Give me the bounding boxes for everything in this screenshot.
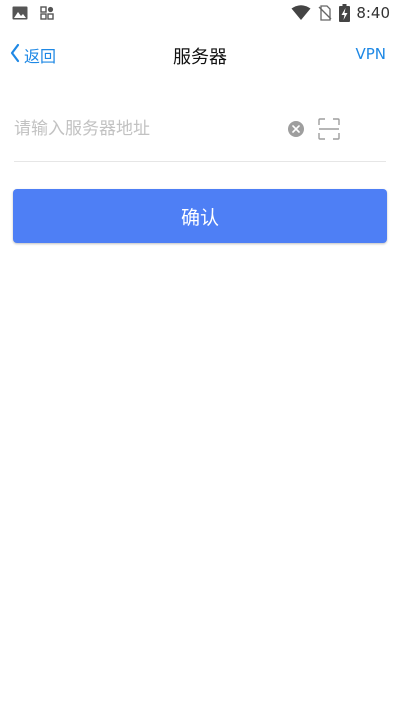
nav-bar: 返回 服务器 VPN <box>0 34 400 76</box>
confirm-button[interactable]: 确认 <box>13 189 387 243</box>
page-title: 服务器 <box>173 47 227 68</box>
back-label: 返回 <box>24 47 57 66</box>
status-bar-left <box>12 6 66 20</box>
server-address-input[interactable] <box>14 114 282 144</box>
scan-icon[interactable] <box>318 118 340 140</box>
vpn-button[interactable]: VPN <box>355 45 386 63</box>
wifi-icon <box>291 5 311 21</box>
back-button[interactable]: 返回 <box>10 43 56 67</box>
image-icon <box>12 6 28 20</box>
chevron-left-icon <box>10 43 20 67</box>
status-bar: 8:40 <box>0 0 400 26</box>
status-bar-right: 8:40 <box>285 4 390 22</box>
server-settings-screen: 8:40 返回 服务器 VPN 请输入服务器地址 确认 <box>0 0 400 711</box>
clear-icon[interactable] <box>288 121 304 137</box>
status-time: 8:40 <box>356 4 390 22</box>
server-input-row <box>14 104 386 162</box>
app-grid-icon <box>40 6 54 20</box>
no-sim-icon <box>317 5 333 21</box>
battery-charging-icon <box>339 4 351 22</box>
